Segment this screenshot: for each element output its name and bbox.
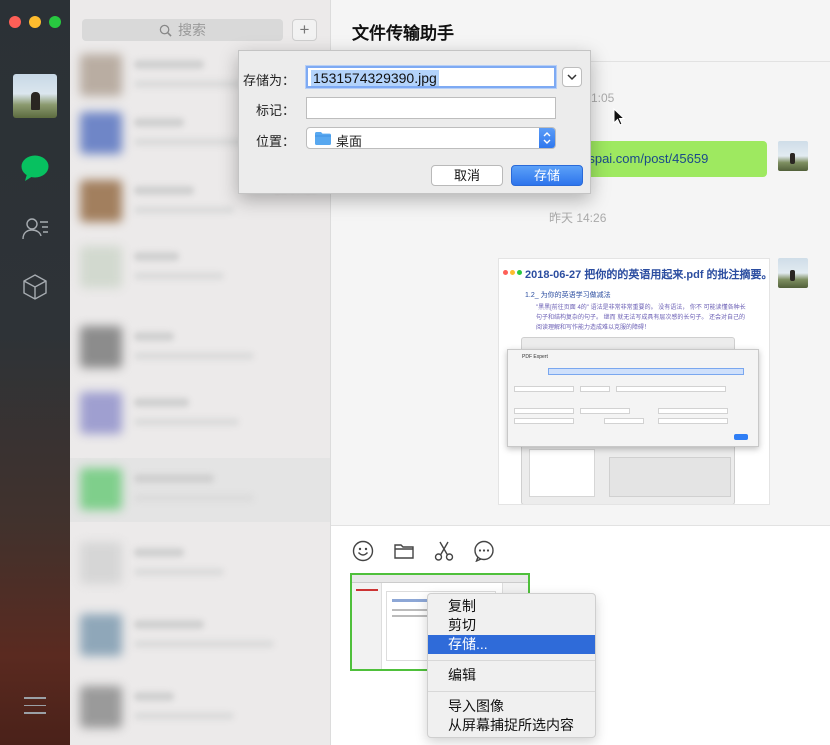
list-item-active[interactable]	[70, 458, 330, 522]
embedded-dialog: PDF Expert	[507, 349, 759, 447]
close-window-button[interactable]	[9, 16, 21, 28]
list-item[interactable]	[70, 532, 330, 596]
more-menu-icon[interactable]	[24, 697, 46, 715]
filename-value[interactable]: 1531574329390.jpg	[311, 70, 439, 86]
menu-item-import-image[interactable]: 导入图像	[428, 697, 595, 716]
list-item[interactable]	[70, 316, 330, 380]
search-icon	[159, 24, 172, 37]
avatar[interactable]	[778, 258, 808, 288]
minimize-window-button[interactable]	[29, 16, 41, 28]
add-chat-button[interactable]: +	[292, 19, 317, 41]
embedded-panel	[529, 449, 595, 497]
menu-item-edit[interactable]: 编辑	[428, 666, 595, 685]
emoji-icon[interactable]	[352, 540, 374, 562]
list-item[interactable]	[70, 676, 330, 740]
menu-item-save[interactable]: 存储...	[428, 635, 595, 654]
mouse-cursor-icon	[613, 108, 625, 126]
contacts-icon[interactable]	[20, 214, 50, 244]
location-stepper[interactable]	[539, 128, 555, 148]
list-item[interactable]	[70, 604, 330, 668]
scissors-icon[interactable]	[433, 540, 455, 562]
filename-field[interactable]: 1531574329390.jpg	[306, 66, 556, 88]
chevron-down-icon	[567, 74, 577, 81]
list-item[interactable]	[70, 382, 330, 446]
save-button[interactable]: 存储	[511, 165, 583, 186]
window-controls-icon	[503, 263, 524, 278]
user-avatar[interactable]	[13, 74, 57, 118]
menu-divider	[428, 660, 595, 661]
image-heading: 2018-06-27 把你的的英语用起来.pdf 的批注摘要。	[525, 269, 770, 281]
chats-icon[interactable]	[20, 153, 50, 183]
image-subheading: 1.2_ 为你的英语学习做减法	[525, 292, 611, 299]
chat-bubble-icon[interactable]	[473, 540, 495, 562]
tags-label: 标记：	[255, 103, 295, 118]
embedded-panel	[609, 457, 731, 497]
menu-item-capture-selection[interactable]: 从屏幕捕捉所选内容	[428, 716, 595, 735]
avatar[interactable]	[778, 141, 808, 171]
image-message[interactable]: 2018-06-27 把你的的英语用起来.pdf 的批注摘要。 1.2_ 为你的…	[498, 258, 770, 505]
timestamp: 1:05	[591, 91, 615, 105]
image-paragraph: "黑黑[前往页面 4的" 语法是非常非常重要的。 没有语法， 你不 可能读懂各种…	[536, 305, 746, 331]
list-item[interactable]	[70, 236, 330, 300]
chat-title: 文件传输助手	[352, 24, 454, 43]
folder-icon[interactable]	[393, 540, 415, 562]
menu-item-cut[interactable]: 剪切	[428, 616, 595, 635]
save-as-label: 存储为：	[242, 73, 295, 88]
menu-item-copy[interactable]: 复制	[428, 597, 595, 616]
icon-rail	[0, 0, 70, 745]
menu-divider	[428, 691, 595, 692]
context-menu: 复制 剪切 存储... 编辑 导入图像 从屏幕捕捉所选内容	[427, 593, 596, 738]
mini-programs-icon[interactable]	[20, 272, 50, 302]
cancel-button[interactable]: 取消	[431, 165, 503, 186]
link-text[interactable]: ://sspai.com/post/45659	[571, 151, 708, 166]
link-message-bubble[interactable]: ://sspai.com/post/45659	[571, 141, 767, 177]
location-select[interactable]: 桌面	[306, 127, 556, 149]
search-input[interactable]: 搜索	[82, 19, 283, 41]
embedded-dialog-title: PDF Expert	[522, 354, 548, 360]
folder-icon	[315, 132, 331, 145]
location-value: 桌面	[336, 134, 363, 149]
tags-field[interactable]	[306, 97, 556, 119]
updown-arrows-icon	[543, 132, 551, 144]
timestamp: 昨天 14:26	[549, 211, 607, 225]
location-label: 位置：	[255, 134, 295, 149]
save-dialog: 存储为： 1531574329390.jpg 标记： 位置： 桌面 取消 存储	[238, 50, 591, 194]
zoom-window-button[interactable]	[49, 16, 61, 28]
expand-dialog-button[interactable]	[562, 67, 582, 87]
search-placeholder: 搜索	[178, 22, 206, 38]
